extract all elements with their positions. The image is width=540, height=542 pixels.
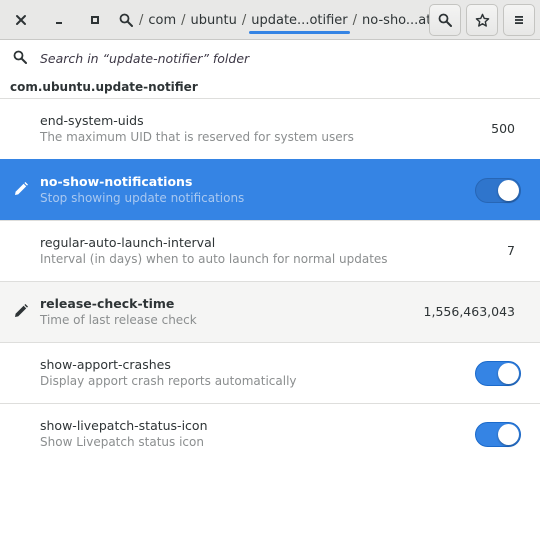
star-icon: [475, 13, 489, 27]
key-description: Time of last release check: [40, 313, 197, 327]
key-row-end-system-uids[interactable]: end-system-uids The maximum UID that is r…: [0, 98, 540, 159]
search-bar: [0, 41, 540, 75]
pencil-icon: [13, 181, 29, 201]
switch-knob: [498, 424, 519, 445]
key-row-show-apport-crashes[interactable]: show-apport-crashes Display apport crash …: [0, 342, 540, 403]
key-name: regular-auto-launch-interval: [40, 235, 216, 250]
key-description: Display apport crash reports automatical…: [40, 374, 297, 388]
key-list: end-system-uids The maximum UID that is r…: [0, 98, 540, 464]
maximize-icon: [91, 16, 99, 24]
key-value: 1,556,463,043: [423, 304, 515, 319]
menu-button[interactable]: [503, 4, 535, 36]
key-name: show-apport-crashes: [40, 357, 171, 372]
key-name: release-check-time: [40, 296, 175, 311]
bookmark-button[interactable]: [466, 4, 498, 36]
folder-label: com.ubuntu.update-notifier: [10, 80, 198, 94]
switch-knob: [498, 363, 519, 384]
key-row-show-livepatch-status-icon[interactable]: show-livepatch-status-icon Show Livepatch…: [0, 403, 540, 464]
switch-knob: [498, 180, 519, 201]
key-toggle-switch[interactable]: [475, 178, 521, 203]
search-button[interactable]: [429, 4, 461, 36]
breadcrumb: / com / ubuntu / update...otifier / no-sho...at…: [138, 0, 462, 40]
key-description: Stop showing update notifications: [40, 191, 245, 205]
maximize-button[interactable]: [79, 4, 111, 36]
search-icon: [13, 50, 27, 64]
search-input[interactable]: [40, 47, 520, 69]
key-name: no-show-notifications: [40, 174, 193, 189]
pencil-icon: [13, 303, 29, 323]
minimize-icon: [56, 22, 62, 24]
key-value: 7: [507, 243, 515, 258]
key-description: Show Livepatch status icon: [40, 435, 204, 449]
key-row-no-show-notifications[interactable]: no-show-notifications Stop showing update…: [0, 159, 540, 220]
path-segment[interactable]: com: [144, 0, 180, 40]
path-segment[interactable]: update...otifier: [247, 0, 351, 40]
minimize-button[interactable]: [43, 4, 75, 36]
key-value: 500: [491, 121, 515, 136]
key-toggle-switch[interactable]: [475, 422, 521, 447]
key-description: The maximum UID that is reserved for sys…: [40, 130, 354, 144]
header-bar: / com / ubuntu / update...otifier / no-sho...at…: [0, 0, 540, 40]
menu-icon: [515, 16, 523, 24]
go-up-button[interactable]: [114, 4, 138, 36]
close-button[interactable]: [5, 4, 37, 36]
key-toggle-switch[interactable]: [475, 361, 521, 386]
key-name: end-system-uids: [40, 113, 144, 128]
search-icon: [119, 13, 133, 27]
key-row-regular-auto-launch-interval[interactable]: regular-auto-launch-interval Interval (in…: [0, 220, 540, 281]
close-icon: [16, 15, 26, 25]
key-description: Interval (in days) when to auto launch f…: [40, 252, 388, 266]
key-name: show-livepatch-status-icon: [40, 418, 208, 433]
path-segment[interactable]: ubuntu: [187, 0, 241, 40]
key-row-release-check-time[interactable]: release-check-time Time of last release c…: [0, 281, 540, 342]
search-icon: [438, 13, 452, 27]
